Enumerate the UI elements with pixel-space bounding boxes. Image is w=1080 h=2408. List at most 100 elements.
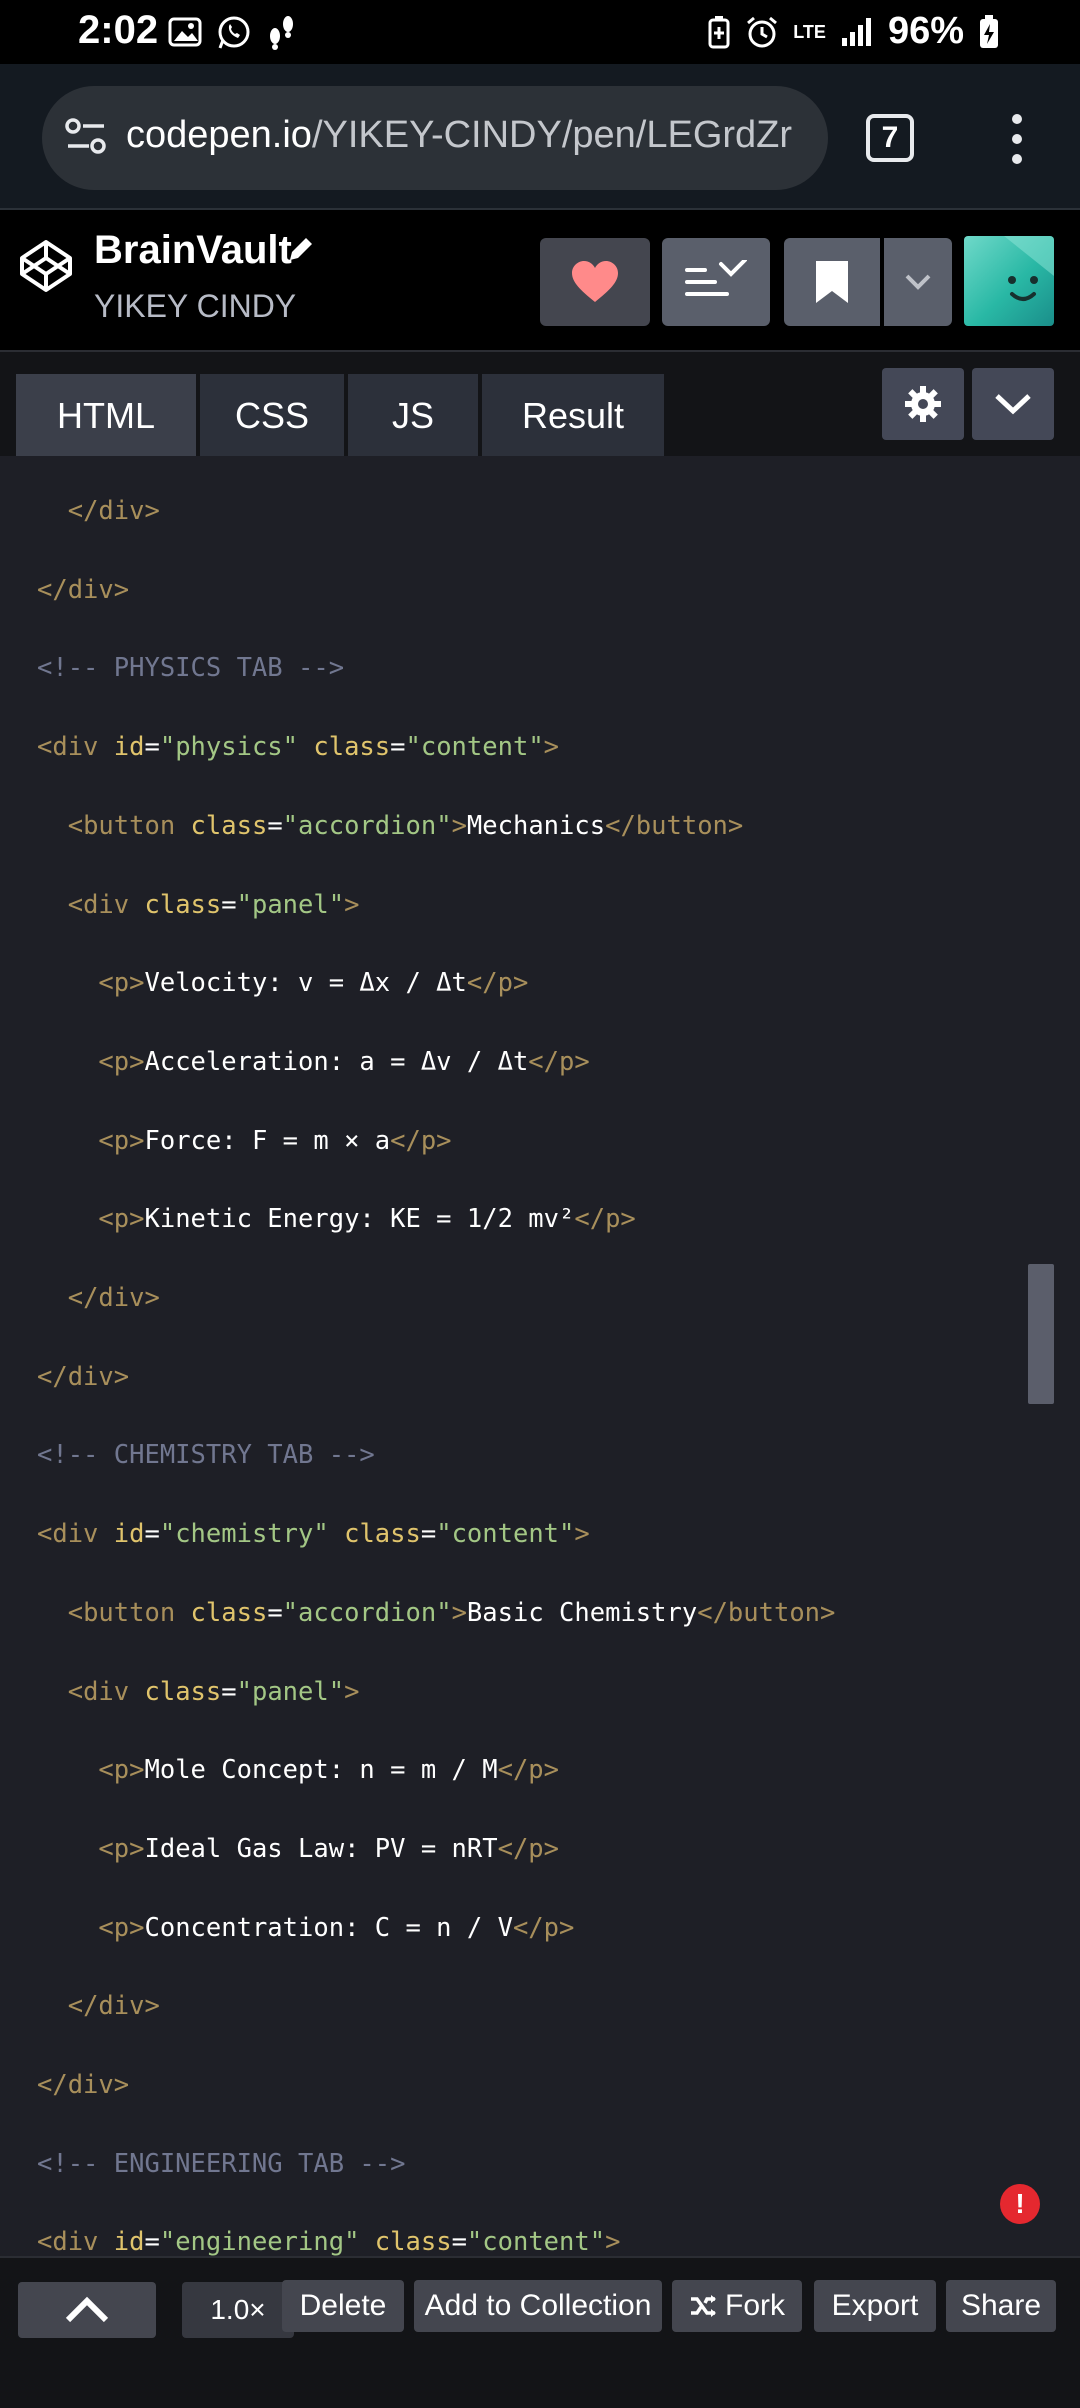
save-bookmark-button[interactable] [784,238,880,326]
status-bar: 2:02 LTE 96% [0,0,1080,64]
editor-settings-button[interactable] [882,368,964,440]
code-line[interactable]: </div> [37,2065,129,2105]
code-token: class [144,889,222,920]
code-line[interactable]: <div id="engineering" class="content"> [37,2222,620,2256]
fork-button[interactable]: Fork [672,2280,802,2332]
code-token: class [344,1519,421,1550]
clock: 2:02 [78,8,159,52]
code-token: = [144,2227,160,2256]
collapse-editor-button[interactable] [972,368,1054,440]
code-line[interactable]: <!-- PHYSICS TAB --> [37,648,344,688]
tab-html[interactable]: HTML [16,374,196,458]
code-token: </p> [390,1125,452,1156]
codepen-logo-icon[interactable] [18,238,74,294]
tab-switcher-button[interactable]: 7 [866,114,914,162]
code-token: <div [37,732,114,763]
code-token: = [221,1676,237,1707]
save-options-button[interactable] [884,238,952,326]
code-line[interactable]: </div> [37,1986,160,2026]
code-token: class [144,1676,222,1707]
code-line[interactable]: <!-- ENGINEERING TAB --> [37,2144,405,2184]
error-indicator[interactable]: ! [1000,2184,1040,2224]
tab-js[interactable]: JS [348,374,478,458]
code-token: > [344,1676,360,1707]
code-token: <!-- CHEMISTRY TAB --> [37,1440,375,1471]
code-token: </p> [497,1833,560,1864]
code-token: > [574,1519,590,1550]
pen-footer: 1.0× Delete Add to Collection Fork Expor… [0,2256,1080,2358]
code-line[interactable]: <div id="physics" class="content"> [37,727,559,767]
code-token: "panel" [236,1676,345,1707]
address-bar[interactable]: codepen.io/YIKEY-CINDY/pen/LEGrdZr [42,86,828,190]
delete-button[interactable]: Delete [282,2280,404,2332]
code-token: "content" [405,732,544,763]
site-settings-icon[interactable] [64,116,108,156]
zoom-level[interactable]: 1.0× [182,2282,294,2338]
tab-result[interactable]: Result [482,374,664,458]
code-token: Force: F = m × a [144,1125,391,1156]
edit-title-icon[interactable] [286,234,316,264]
code-line[interactable]: <div class="panel"> [37,1672,360,1712]
code-line[interactable]: <button class="accordion">Basic Chemistr… [37,1593,836,1633]
tab-css[interactable]: CSS [200,374,344,458]
battery-charging-icon [980,14,998,48]
code-token: "content" [436,1519,575,1550]
code-line[interactable]: </div> [37,570,129,610]
code-line[interactable]: <p>Ideal Gas Law: PV = nRT</p> [37,1829,559,1869]
code-token: Velocity: v = Δx / Δt [144,968,467,999]
url-text[interactable]: codepen.io/YIKEY-CINDY/pen/LEGrdZr [126,114,792,157]
code-line[interactable]: </div> [37,1278,160,1318]
code-line[interactable]: </div> [37,491,160,531]
code-line[interactable]: <!-- CHEMISTRY TAB --> [37,1435,375,1475]
code-editor[interactable]: ! </div> </div> <!-- PHYSICS TAB --> <div i… [0,456,1080,2256]
code-token: id [113,2227,145,2256]
code-token: "panel" [236,889,345,920]
add-to-collection-button[interactable]: Add to Collection [414,2280,662,2332]
pen-title[interactable]: BrainVault [94,228,292,273]
code-token: <!-- PHYSICS TAB --> [37,653,345,684]
code-token: </p> [574,1204,636,1235]
code-line[interactable]: <div id="chemistry" class="content"> [37,1514,590,1554]
code-token: = [144,1519,160,1550]
code-token: = [390,732,406,763]
code-token: <p> [98,1755,145,1786]
avatar[interactable] [964,236,1054,326]
code-line[interactable]: <p>Acceleration: a = Δv / Δt</p> [37,1042,589,1082]
export-button[interactable]: Export [814,2280,936,2332]
code-line[interactable]: </div> [37,1357,129,1397]
code-line[interactable]: <p>Concentration: C = n / V</p> [37,1908,574,1948]
code-token: "engineering" [159,2227,360,2256]
code-line[interactable]: <p>Velocity: v = Δx / Δt</p> [37,963,528,1003]
share-button[interactable]: Share [946,2280,1056,2332]
code-token: = [144,732,160,763]
code-line[interactable]: <p>Mole Concept: n = m / M</p> [37,1750,559,1790]
battery-percent: 96% [887,10,964,52]
open-console-button[interactable] [18,2282,156,2338]
code-token: </div> [67,1991,160,2022]
code-line[interactable]: <div class="panel"> [37,885,360,925]
avatar-face-icon [964,236,1054,301]
code-token: </p> [512,1912,575,1943]
code-line[interactable]: <p>Force: F = m × a</p> [37,1121,452,1161]
code-line[interactable]: <p>Kinetic Energy: KE = 1/2 mv²</p> [37,1199,636,1239]
code-token: = [420,1519,437,1550]
code-token: <p> [98,1833,145,1864]
change-view-button[interactable] [662,238,770,326]
code-token: Concentration: C = n / V [144,1912,513,1943]
code-token: "chemistry" [159,1519,329,1550]
code-token: = [221,889,237,920]
code-line[interactable]: <button class="accordion">Mechanics</but… [37,806,744,846]
browser-menu-icon[interactable] [1000,114,1034,164]
code-token: </div> [67,1283,160,1313]
like-button[interactable] [540,238,650,326]
code-token: <button [67,1597,191,1628]
gear-icon [905,386,941,422]
editor-scrollbar[interactable] [1028,1264,1054,1404]
pen-author[interactable]: YIKEY CINDY [94,288,296,325]
